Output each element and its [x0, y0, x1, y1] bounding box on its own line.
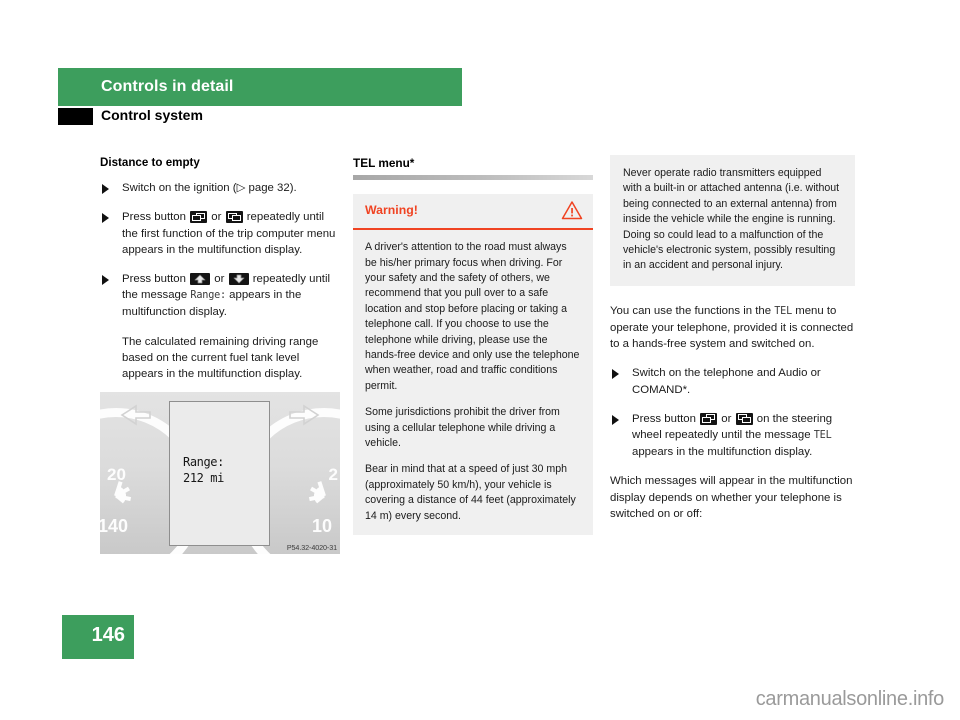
arrow-down-button-icon [228, 273, 249, 286]
bullet-text: Press button or repeatedly until the fir… [122, 211, 336, 256]
note-box: Never operate radio transmitters equippe… [610, 155, 855, 286]
gauge-label-speed-outer: 20 [107, 465, 126, 484]
gauge-label-speed-inner: 140 [100, 516, 129, 536]
left-closing-paragraph: The calculated remaining driving range b… [122, 335, 319, 381]
section-marker-block [58, 108, 93, 125]
left-column: Distance to empty Switch on the ignition… [100, 155, 340, 382]
chapter-header-banner: Controls in detail [58, 68, 462, 106]
figure-caption: P54.32-4020-31 [286, 543, 337, 552]
warning-box-header: Warning! [353, 194, 593, 231]
warning-box: Warning! A driver's attention to the roa… [353, 194, 593, 536]
left-column-heading: Distance to empty [100, 156, 200, 169]
gauge-label-tach-inner: 10 [311, 516, 332, 536]
chapter-title: Controls in detail [101, 78, 234, 95]
instruction-bullet: Switch on the ignition (▷ page 32). [100, 180, 340, 196]
multifunction-display-text: Range: 212 mi [183, 454, 224, 486]
warning-box-body: A driver's attention to the road must al… [353, 230, 593, 535]
warning-paragraph: A driver's attention to the road must al… [365, 241, 580, 392]
warning-triangle-icon [561, 200, 583, 225]
window-button-right-icon [225, 211, 243, 224]
mfd-line-2: 212 mi [183, 471, 224, 485]
window-button-right-icon [735, 412, 753, 425]
instruction-bullet: Press button or repeatedly until the mes… [100, 271, 340, 321]
multifunction-display-panel: Range: 212 mi [169, 401, 270, 546]
mfd-line-1: Range: [183, 455, 224, 469]
right-bullet-list: Switch on the telephone and Audio or COM… [610, 365, 855, 460]
instruction-bullet: Press button or on the steering wheel re… [610, 411, 855, 461]
instrument-cluster-figure: 20 140 2 10 Range: 212 mi P54.32-4020-31 [100, 392, 340, 554]
instruction-bullet: Switch on the telephone and Audio or COM… [610, 365, 855, 397]
heading-rule-bar [353, 175, 593, 181]
bullet-text: Press button or on the steering wheel re… [632, 412, 833, 459]
warning-paragraph: Some jurisdictions prohibit the driver f… [365, 406, 560, 450]
right-column: Never operate radio transmitters equippe… [610, 155, 855, 522]
warning-paragraph: Bear in mind that at a speed of just 30 … [365, 463, 576, 522]
warning-title: Warning! [365, 203, 418, 218]
bullet-triangle-icon [102, 213, 109, 224]
middle-column: TEL menu* Warning! A driver's attention … [353, 155, 593, 536]
note-box-text: Never operate radio transmitters equippe… [623, 167, 840, 272]
page-number-badge: 146 [62, 615, 134, 659]
inline-display-text: Range: [190, 290, 226, 302]
right-closing-paragraph: Which messages will appear in the multif… [610, 475, 853, 520]
inline-display-text: TEL [813, 430, 832, 442]
bullet-text: Switch on the ignition (▷ page 32). [122, 182, 297, 195]
right-intro-paragraph: You can use the functions in the TEL men… [610, 304, 854, 351]
middle-column-heading: TEL menu* [353, 156, 415, 170]
inline-display-text: TEL [774, 305, 793, 317]
section-title: Control system [101, 107, 203, 123]
left-bullet-list: Switch on the ignition (▷ page 32). Press… [100, 180, 340, 320]
site-watermark: carmanualsonline.info [755, 688, 945, 710]
bullet-text: Switch on the telephone and Audio or COM… [632, 367, 821, 396]
bullet-triangle-icon [102, 184, 109, 195]
arrow-up-button-icon [190, 273, 211, 286]
window-button-left-icon [700, 412, 718, 425]
bullet-triangle-icon [102, 275, 109, 286]
bullet-triangle-icon [612, 369, 619, 380]
gauge-label-tach-outer: 2 [328, 465, 338, 484]
bullet-triangle-icon [612, 414, 619, 425]
section-header: Control system [58, 106, 462, 128]
page-number: 146 [91, 624, 125, 646]
instruction-bullet: Press button or repeatedly until the fir… [100, 209, 340, 258]
window-button-left-icon [190, 211, 208, 224]
bullet-text: Press button or repeatedly until the mes… [122, 273, 331, 319]
